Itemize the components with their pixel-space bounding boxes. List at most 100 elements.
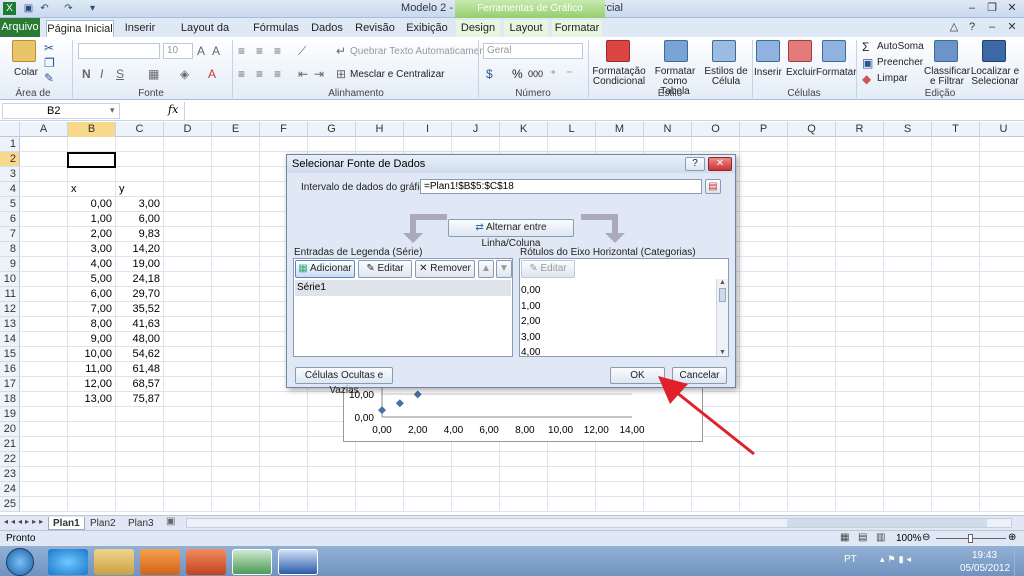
column-header-o[interactable]: O [692, 122, 740, 137]
number-format-combo[interactable]: Geral [483, 43, 583, 59]
restore-icon[interactable]: ❐ [984, 2, 1000, 15]
doc-close-icon[interactable]: ✕ [1004, 21, 1020, 34]
align-bottom-icon[interactable]: ≡ [274, 44, 281, 58]
copy-icon[interactable]: ❐ [44, 56, 55, 70]
cell-x-value[interactable]: 6,00 [68, 287, 116, 302]
cell-x-value[interactable]: 12,00 [68, 377, 116, 392]
column-header-p[interactable]: P [740, 122, 788, 137]
tab-page-layout[interactable]: Layout da Página [166, 20, 244, 51]
horizontal-scrollbar[interactable] [186, 518, 1012, 528]
column-header-b[interactable]: B [68, 122, 116, 137]
row-header-22[interactable]: 22 [0, 452, 20, 467]
cell-y-value[interactable]: 14,20 [116, 242, 164, 257]
row-header-10[interactable]: 10 [0, 272, 20, 287]
orientation-icon[interactable]: ⟋ [298, 44, 306, 58]
row-header-3[interactable]: 3 [0, 167, 20, 182]
find-select-button[interactable]: Localizar e Selecionar [970, 67, 1020, 87]
currency-icon[interactable]: $ [486, 67, 493, 81]
scroll-down-icon[interactable]: ▼ [717, 349, 728, 356]
column-header-m[interactable]: M [596, 122, 644, 137]
column-header-a[interactable]: A [20, 122, 68, 137]
tab-file[interactable]: Arquivo [0, 18, 40, 37]
formula-input[interactable] [184, 102, 1022, 120]
word-taskbar-icon[interactable] [278, 549, 318, 575]
fill-color-icon[interactable]: ◈ [180, 67, 189, 81]
column-header-q[interactable]: Q [788, 122, 836, 137]
sheet-tab-plan1[interactable]: Plan1 [48, 517, 85, 530]
axis-list-item[interactable]: 4,00 [521, 345, 540, 361]
cell-y-value[interactable]: 48,00 [116, 332, 164, 347]
tray-icons[interactable]: ▴⚑▮◂ [880, 554, 914, 565]
paste-button[interactable]: Colar [14, 67, 38, 78]
cell-y-value[interactable]: 61,48 [116, 362, 164, 377]
start-button-icon[interactable] [6, 548, 34, 576]
autosum-button[interactable]: AutoSoma [877, 41, 924, 52]
show-desktop-button[interactable] [1014, 546, 1024, 576]
delete-cells-icon[interactable] [788, 40, 812, 62]
format-painter-icon[interactable]: ✎ [44, 71, 54, 85]
fill-icon[interactable]: ▣ [862, 56, 873, 70]
minimize-icon[interactable]: – [964, 2, 980, 15]
merge-center-button[interactable]: Mesclar e Centralizar [350, 69, 444, 80]
row-header-7[interactable]: 7 [0, 227, 20, 242]
format-cells-icon[interactable] [822, 40, 846, 62]
row-header-20[interactable]: 20 [0, 422, 20, 437]
file-explorer-icon[interactable] [94, 549, 134, 575]
column-header-e[interactable]: E [212, 122, 260, 137]
row-header-15[interactable]: 15 [0, 347, 20, 362]
row-header-13[interactable]: 13 [0, 317, 20, 332]
conditional-format-icon[interactable] [606, 40, 630, 62]
tab-view[interactable]: Exibição [402, 20, 452, 37]
underline-icon[interactable]: S [116, 67, 124, 81]
edit-series-button[interactable]: ✎ Editar [358, 260, 412, 278]
range-collapse-icon[interactable]: ▤ [705, 179, 721, 194]
row-header-25[interactable]: 25 [0, 497, 20, 512]
fill-button[interactable]: Preencher [877, 57, 923, 68]
cell-y-value[interactable]: 35,52 [116, 302, 164, 317]
name-box-dropdown-icon[interactable]: ▾ [110, 105, 115, 116]
cut-icon[interactable]: ✂ [44, 41, 54, 55]
shrink-font-icon[interactable]: A [212, 44, 220, 58]
clock-date[interactable]: 05/05/2012 [960, 563, 1010, 574]
ribbon-minimize-icon[interactable]: △ [946, 21, 962, 34]
dialog-help-button[interactable]: ? [685, 157, 705, 171]
zoom-slider-thumb[interactable] [968, 534, 973, 543]
page-break-view-icon[interactable]: ▥ [876, 532, 885, 543]
row-header-11[interactable]: 11 [0, 287, 20, 302]
tab-format[interactable]: Formatar [552, 20, 602, 37]
align-top-icon[interactable]: ≡ [238, 44, 245, 58]
cell-c4[interactable]: y [116, 182, 164, 197]
cell-x-value[interactable]: 7,00 [68, 302, 116, 317]
row-header-24[interactable]: 24 [0, 482, 20, 497]
row-header-4[interactable]: 4 [0, 182, 20, 197]
column-header-h[interactable]: H [356, 122, 404, 137]
delete-cells-button[interactable]: Excluir [786, 67, 816, 78]
outdent-icon[interactable]: ⇥ [314, 67, 324, 81]
conditional-format-button[interactable]: Formatação Condicional [592, 67, 646, 87]
column-header-j[interactable]: J [452, 122, 500, 137]
name-box[interactable]: B2 [2, 103, 120, 119]
axis-list-item[interactable]: 2,00 [521, 314, 540, 330]
language-indicator[interactable]: PT [844, 554, 857, 565]
clear-icon[interactable]: ◆ [862, 72, 871, 86]
move-down-icon[interactable]: ▼ [496, 260, 512, 278]
row-header-9[interactable]: 9 [0, 257, 20, 272]
row-header-21[interactable]: 21 [0, 437, 20, 452]
axis-list-item[interactable]: 1,00 [521, 299, 540, 315]
zoom-in-icon[interactable]: ⊕ [1008, 532, 1016, 543]
cell-y-value[interactable]: 19,00 [116, 257, 164, 272]
cell-x-value[interactable]: 3,00 [68, 242, 116, 257]
align-middle-icon[interactable]: ≡ [256, 44, 263, 58]
cell-x-value[interactable]: 11,00 [68, 362, 116, 377]
font-name-combo[interactable] [78, 43, 160, 59]
help-icon[interactable]: ? [964, 21, 980, 34]
zoom-level[interactable]: 100% [896, 533, 922, 544]
dialog-close-icon[interactable]: ✕ [708, 157, 732, 171]
merge-center-icon[interactable]: ⊞ [336, 67, 346, 81]
page-layout-view-icon[interactable]: ▤ [858, 532, 867, 543]
sort-filter-icon[interactable] [934, 40, 958, 62]
wrap-text-button[interactable]: Quebrar Texto Automaticamente [350, 46, 493, 57]
sheet-nav-icon[interactable]: ◂◂◂▸▸▸ [4, 517, 46, 526]
new-sheet-icon[interactable]: ▣ [166, 516, 175, 527]
indent-icon[interactable]: ⇤ [298, 67, 308, 81]
